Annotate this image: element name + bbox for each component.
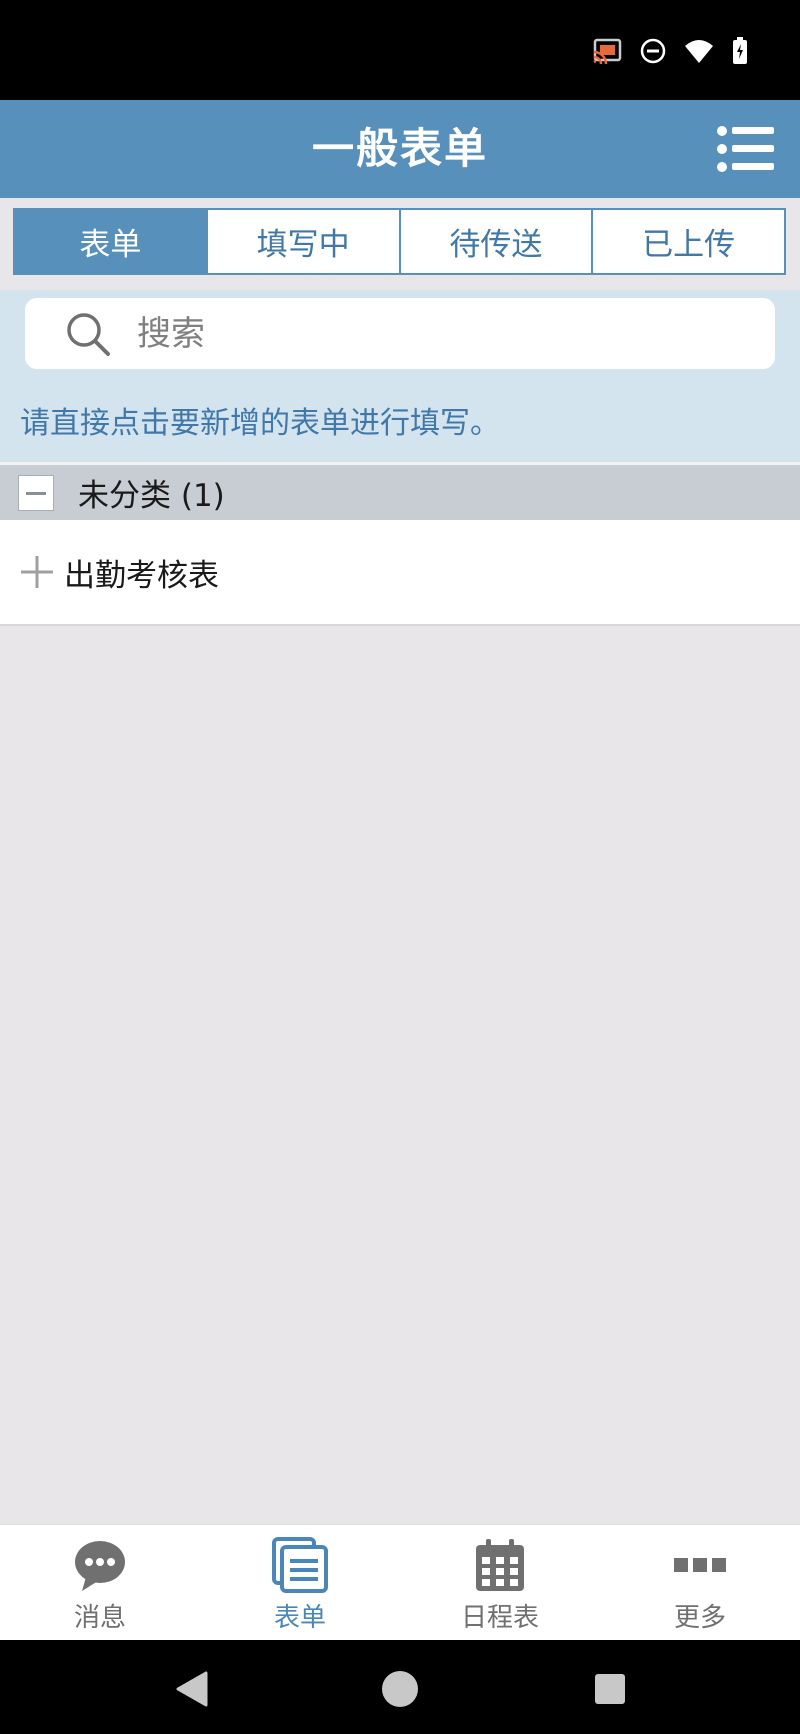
instruction-text: 请直接点击要新增的表单进行填写。 xyxy=(20,406,500,441)
page-title: 一般表单 xyxy=(311,124,488,173)
nav-label: 消息 xyxy=(73,1603,126,1633)
chat-bubble-icon xyxy=(75,1541,125,1591)
back-icon[interactable] xyxy=(172,1669,212,1709)
tab-forms[interactable]: 表单 xyxy=(15,210,206,273)
plus-icon xyxy=(21,556,53,588)
form-list: 出勤考核表 xyxy=(0,520,800,626)
search-section: 请直接点击要新增的表单进行填写。 xyxy=(0,290,800,462)
search-icon xyxy=(67,312,110,356)
forms-icon xyxy=(272,1537,328,1593)
list-menu-icon xyxy=(717,126,774,172)
app-header: 一般表单 xyxy=(0,100,800,198)
nav-schedule[interactable]: 日程表 xyxy=(400,1525,600,1640)
system-nav-bar xyxy=(0,1640,800,1734)
tab-bar: 表单 填写中 待传送 已上传 xyxy=(13,208,786,275)
search-input[interactable] xyxy=(137,313,737,354)
tab-bar-container: 表单 填写中 待传送 已上传 xyxy=(0,198,800,290)
tab-uploaded[interactable]: 已上传 xyxy=(591,210,784,273)
nav-forms[interactable]: 表单 xyxy=(200,1525,400,1640)
nav-label: 更多 xyxy=(673,1603,726,1633)
recents-icon[interactable] xyxy=(590,1669,630,1709)
do-not-disturb-icon xyxy=(640,38,666,64)
category-header[interactable]: 未分类 (1) xyxy=(0,465,800,520)
home-icon[interactable] xyxy=(380,1669,420,1709)
battery-charging-icon xyxy=(732,37,748,65)
category-label: 未分类 (1) xyxy=(78,478,225,514)
nav-label: 表单 xyxy=(273,1603,326,1633)
status-bar xyxy=(0,0,800,100)
tab-filling[interactable]: 填写中 xyxy=(205,210,399,273)
form-item-label: 出勤考核表 xyxy=(64,557,219,594)
tab-pending-send[interactable]: 待传送 xyxy=(398,210,592,273)
more-icon xyxy=(674,1558,726,1572)
calendar-icon xyxy=(476,1539,524,1591)
nav-label: 日程表 xyxy=(460,1603,539,1633)
collapse-icon[interactable] xyxy=(18,474,54,511)
bottom-nav: 消息 表单 日程表 更多 xyxy=(0,1524,800,1640)
search-box[interactable] xyxy=(25,298,775,369)
menu-button[interactable] xyxy=(716,124,776,174)
nav-messages[interactable]: 消息 xyxy=(0,1525,200,1640)
wifi-icon xyxy=(684,38,714,64)
list-item[interactable]: 出勤考核表 xyxy=(0,520,800,624)
nav-more[interactable]: 更多 xyxy=(600,1525,800,1640)
cast-icon xyxy=(592,38,622,64)
